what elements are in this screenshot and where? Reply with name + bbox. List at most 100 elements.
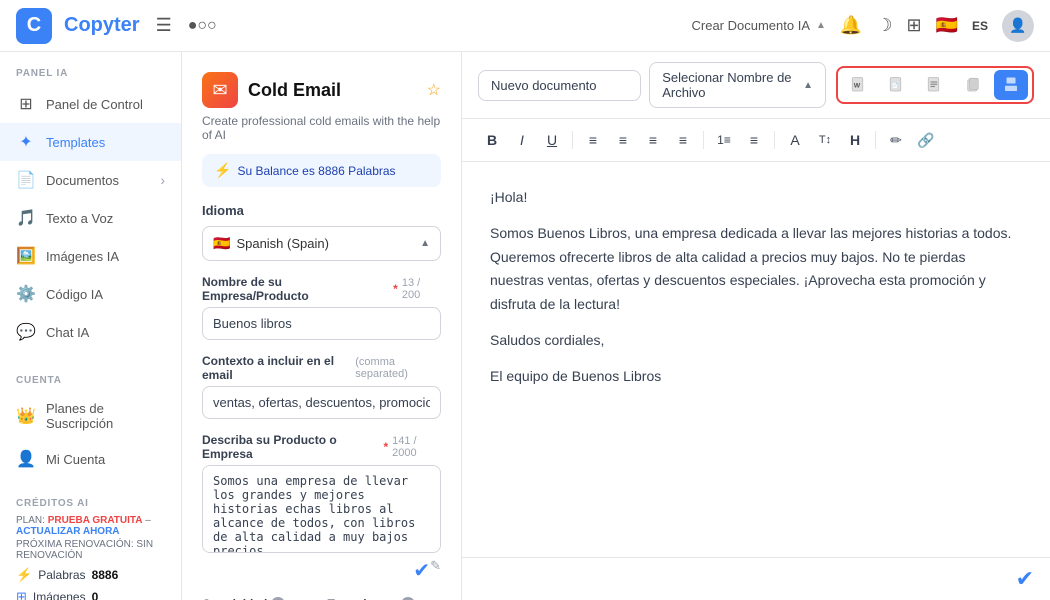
- file-action-save-btn[interactable]: [994, 70, 1028, 100]
- editor-toolbar: B I U ≡ ≡ ≡ ≡ 1≡ ≡ A T↕ H ✏ 🔗: [462, 119, 1050, 162]
- editor-check-icon: ✔: [1016, 566, 1034, 592]
- sidebar-item-templates[interactable]: ✦ Templates: [0, 123, 181, 161]
- imagenes-value: 0: [92, 590, 99, 600]
- moon-icon[interactable]: ☽: [876, 15, 892, 36]
- palabras-value: 8886: [92, 568, 119, 582]
- plan-update-link[interactable]: ACTUALIZAR AHORA: [16, 526, 120, 537]
- balance-lightning-icon: ⚡: [214, 162, 231, 179]
- topnav-left: C Copyter ☰ ●○○: [16, 8, 221, 44]
- textarea-footer: ✔ ✎: [202, 558, 441, 583]
- renewal-line: PRÓXIMA RENOVACIÓN: SIN RENOVACIÓN: [16, 539, 165, 561]
- favorite-star-icon[interactable]: ☆: [427, 80, 441, 100]
- toolbar-sep-4: [875, 131, 876, 149]
- file-action-copy-btn[interactable]: [956, 70, 990, 100]
- grid-icon[interactable]: ⊞: [906, 15, 921, 36]
- sidebar-label-templates: Templates: [46, 135, 105, 150]
- sidebar-item-imagenes-ia[interactable]: 🖼️ Imágenes IA: [0, 237, 181, 275]
- credit-row-imagenes: ⊞ Imágenes 0: [16, 589, 165, 600]
- topnav-right: Crear Documento IA ▲ 🔔 ☽ ⊞ 🇪🇸 ES 👤: [692, 10, 1035, 42]
- toolbar-sep-2: [703, 131, 704, 149]
- sidebar-label-texto-voz: Texto a Voz: [46, 211, 113, 226]
- describe-char-count: 141 / 2000: [392, 435, 441, 459]
- sidebar-item-panel-control[interactable]: ⊞ Panel de Control: [0, 85, 181, 123]
- nombre-label: Nombre de su Empresa/Producto * 13 / 200: [202, 275, 441, 303]
- txt-doc-icon: [926, 76, 944, 94]
- sidebar-item-planes[interactable]: 👑 Planes de Suscripción: [0, 392, 181, 440]
- panel-description: Create professional cold emails with the…: [202, 114, 441, 142]
- italic-btn[interactable]: I: [508, 127, 536, 153]
- main-content: ✉ Cold Email ☆ Create professional cold …: [182, 52, 1050, 600]
- describe-label-text: Describa su Producto o Empresa: [202, 433, 379, 461]
- link-btn[interactable]: 🔗: [912, 127, 940, 153]
- editor-saludo: Saludos cordiales,: [490, 329, 1022, 353]
- search-icon[interactable]: ●○○: [184, 13, 221, 39]
- credits-section: CRÉDITOS AI PLAN: PRUEBA GRATUITA – ACTU…: [0, 486, 181, 600]
- align-right-btn[interactable]: ≡: [639, 127, 667, 153]
- underline-btn[interactable]: U: [538, 127, 566, 153]
- editor-content-area[interactable]: ¡Hola! Somos Buenos Libros, una empresa …: [462, 162, 1050, 557]
- credit-row-palabras: ⚡ Palabras 8886: [16, 567, 165, 583]
- crear-chevron-icon: ▲: [816, 20, 826, 31]
- contexto-form-group: Contexto a incluir en el email (comma se…: [202, 354, 441, 419]
- svg-text:📄: 📄: [892, 82, 899, 89]
- pdf-doc-icon: 📄: [888, 76, 906, 94]
- font-color-btn[interactable]: A: [781, 127, 809, 153]
- file-action-doc3-btn[interactable]: [918, 70, 952, 100]
- idioma-chevron-icon: ▲: [420, 238, 430, 249]
- panel-title: Cold Email: [248, 80, 341, 101]
- planes-icon: 👑: [16, 406, 36, 426]
- hamburger-icon[interactable]: ☰: [152, 11, 176, 40]
- doc-name-input[interactable]: [478, 70, 641, 101]
- sidebar-label-mi-cuenta: Mi Cuenta: [46, 452, 105, 467]
- unordered-list-btn[interactable]: ≡: [740, 127, 768, 153]
- file-action-doc2-btn[interactable]: 📄: [880, 70, 914, 100]
- chat-icon: 💬: [16, 322, 36, 342]
- balance-text: Su Balance es 8886 Palabras: [237, 164, 395, 178]
- sidebar-label-planes: Planes de Suscripción: [46, 401, 165, 431]
- sidebar-item-codigo-ia[interactable]: ⚙️ Código IA: [0, 275, 181, 313]
- sidebar-item-texto-voz[interactable]: 🎵 Texto a Voz: [0, 199, 181, 237]
- nombre-label-text: Nombre de su Empresa/Producto: [202, 275, 389, 303]
- sidebar-item-documentos[interactable]: 📄 Documentos ›: [0, 161, 181, 199]
- doc-filename-select[interactable]: Selecionar Nombre de Archivo ▲: [649, 62, 826, 108]
- doc-select-chevron-icon: ▲: [803, 80, 813, 91]
- file-action-word-btn[interactable]: W: [842, 70, 876, 100]
- contexto-label: Contexto a incluir en el email (comma se…: [202, 354, 441, 382]
- nombre-required: *: [393, 282, 398, 296]
- sidebar-item-mi-cuenta[interactable]: 👤 Mi Cuenta: [0, 440, 181, 478]
- nombre-input[interactable]: [202, 307, 441, 340]
- user-avatar[interactable]: 👤: [1002, 10, 1034, 42]
- imagenes-credit-icon: ⊞: [16, 589, 27, 600]
- font-size-btn[interactable]: T↕: [811, 127, 839, 153]
- sidebar-item-chat-ia[interactable]: 💬 Chat IA: [0, 313, 181, 351]
- bold-btn[interactable]: B: [478, 127, 506, 153]
- word-doc-icon: W: [850, 76, 868, 94]
- templates-icon: ✦: [16, 132, 36, 152]
- left-panel: ✉ Cold Email ☆ Create professional cold …: [182, 52, 462, 600]
- balance-box: ⚡ Su Balance es 8886 Palabras: [202, 154, 441, 187]
- idioma-select[interactable]: 🇪🇸 Spanish (Spain) ▲: [202, 226, 441, 261]
- align-center-btn[interactable]: ≡: [609, 127, 637, 153]
- crear-documento-btn[interactable]: Crear Documento IA ▲: [692, 18, 826, 33]
- contexto-label-text: Contexto a incluir en el email: [202, 354, 351, 382]
- right-panel: Selecionar Nombre de Archivo ▲ W 📄: [462, 52, 1050, 600]
- sidebar-label-documentos: Documentos: [46, 173, 119, 188]
- bell-icon[interactable]: 🔔: [840, 15, 862, 36]
- contexto-input[interactable]: [202, 386, 441, 419]
- toolbar-sep-1: [572, 131, 573, 149]
- heading-btn[interactable]: H: [841, 127, 869, 153]
- logo-text: Copyter: [64, 14, 140, 37]
- toolbar-sep-3: [774, 131, 775, 149]
- idioma-select-value: 🇪🇸 Spanish (Spain): [213, 235, 329, 252]
- sidebar-label-imagenes-ia: Imágenes IA: [46, 249, 119, 264]
- topnav-action-icons: 🔔 ☽ ⊞ 🇪🇸 ES 👤: [840, 10, 1034, 42]
- describe-textarea[interactable]: Somos una empresa de llevar los grandes …: [202, 465, 441, 553]
- ordered-list-btn[interactable]: 1≡: [710, 127, 738, 153]
- draw-btn[interactable]: ✏: [882, 127, 910, 153]
- sidebar-label-panel-control: Panel de Control: [46, 97, 143, 112]
- describe-required: *: [383, 440, 388, 454]
- align-left-btn[interactable]: ≡: [579, 127, 607, 153]
- sidebar-section-cuenta: CUENTA: [0, 359, 181, 392]
- justify-btn[interactable]: ≡: [669, 127, 697, 153]
- textarea-edit-icon[interactable]: ✎: [430, 558, 441, 583]
